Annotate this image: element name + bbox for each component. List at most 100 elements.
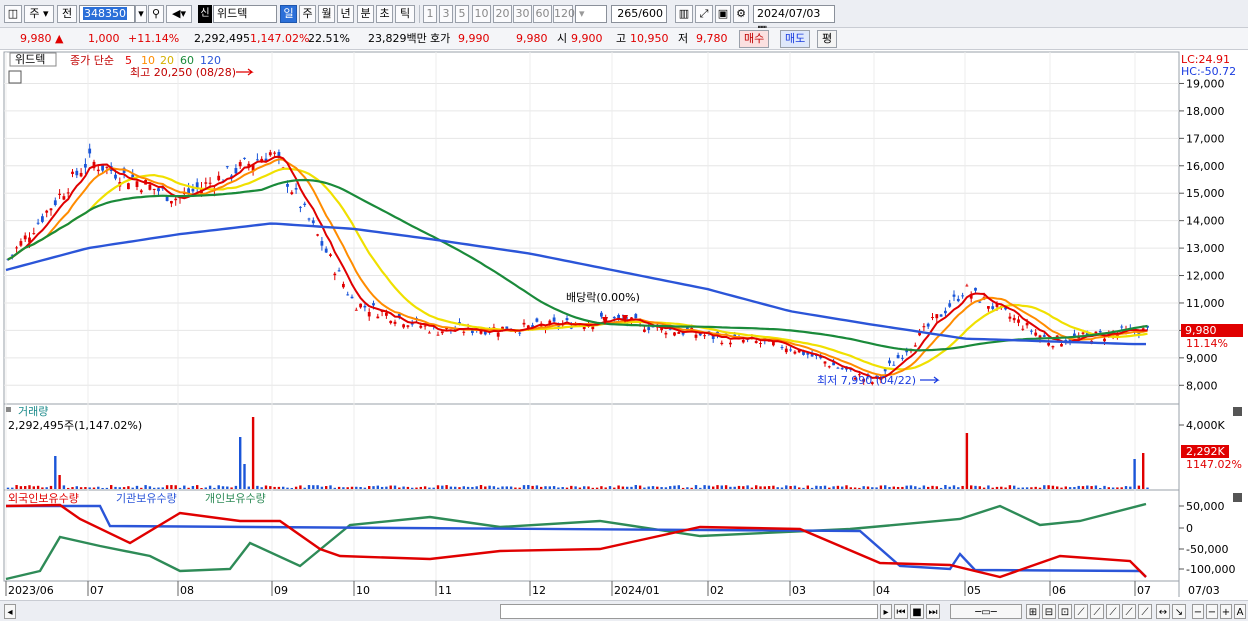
open-label: 시 — [557, 32, 568, 45]
y-tick-label: 12,000 — [1186, 270, 1225, 283]
chart-svg[interactable]: 위드텍 종가 단순 5 10 20 60 120 LC:24.91 HC:-50… — [0, 51, 1248, 600]
candle-body — [363, 305, 367, 308]
volume-bar — [776, 487, 779, 489]
tool-icon-1[interactable]: ⊞ — [1026, 604, 1040, 619]
count-field[interactable]: 265/600 — [611, 5, 667, 23]
volume-bar — [939, 487, 943, 489]
scroll-left-icon[interactable]: ◂ — [4, 604, 16, 619]
volume-bar — [355, 486, 358, 489]
rewind-icon[interactable]: ⏮ — [894, 604, 908, 619]
pin-icon[interactable]: ↘ — [1172, 604, 1186, 619]
interval-5[interactable]: 5 — [455, 5, 469, 23]
stop-icon[interactable]: ■ — [910, 604, 924, 619]
period-month[interactable]: 월 — [318, 5, 335, 23]
grid-toggle-icon[interactable] — [8, 70, 22, 84]
speaker-icon[interactable]: ◀▾ — [166, 5, 192, 23]
chart-area[interactable]: 위드텍 종가 단순 5 10 20 60 120 LC:24.91 HC:-50… — [0, 51, 1248, 600]
period-week[interactable]: 주 — [299, 5, 316, 23]
candle-body — [350, 296, 354, 299]
holding-panel-close-icon[interactable] — [1233, 493, 1242, 502]
candle-body — [208, 182, 212, 184]
zoom-in-icon[interactable]: + — [1220, 604, 1232, 619]
period-second[interactable]: 초 — [376, 5, 393, 23]
interval-3[interactable]: 3 — [439, 5, 453, 23]
date-field[interactable]: 2024/07/03 ▦ — [753, 5, 835, 36]
volume-bar — [729, 486, 732, 489]
period-day[interactable]: 일 — [280, 5, 297, 23]
scroll-right-icon[interactable]: ▸ — [880, 604, 892, 619]
code-input[interactable]: 348350 — [79, 5, 135, 23]
candle-body — [552, 317, 556, 322]
volume-bar — [638, 485, 642, 489]
candle-body — [299, 206, 302, 208]
candle-body — [741, 339, 745, 343]
layout-icon[interactable]: ◫ — [4, 5, 22, 23]
volume-bar — [982, 487, 986, 489]
interval-60[interactable]: 60 — [533, 5, 552, 23]
period-minute[interactable]: 분 — [357, 5, 374, 23]
volume-bar — [303, 487, 306, 489]
volume-bar — [114, 486, 117, 489]
stock-name-field[interactable]: 위드텍 — [213, 5, 277, 23]
market-select[interactable]: 주 ▾ — [24, 5, 54, 23]
forward-icon[interactable]: ⏭ — [926, 604, 940, 619]
zoom-out-icon[interactable]: − — [1192, 604, 1204, 619]
search-icon[interactable]: ⚲ — [148, 5, 164, 23]
zoom-slider[interactable]: ─▭─ — [950, 604, 1022, 619]
volume-bar — [1081, 486, 1085, 489]
tool-icon-8[interactable]: ⟋ — [1138, 604, 1152, 619]
font-size-icon[interactable]: A — [1234, 604, 1246, 619]
x-tick-label: 12 — [532, 584, 546, 597]
volume-bar — [716, 485, 719, 489]
volume-bar — [97, 486, 100, 489]
volume-bar — [617, 485, 620, 489]
market-label: 주 — [29, 7, 40, 20]
volume-bar — [449, 486, 453, 489]
line-tool-icon[interactable]: ⤢ — [695, 5, 713, 23]
gear-icon[interactable]: ⚙ — [733, 5, 749, 23]
buy-button[interactable]: 매수 — [739, 30, 770, 48]
volume-bar — [664, 487, 668, 489]
candle-body — [217, 175, 221, 181]
volume-bar — [170, 485, 173, 489]
avg-button[interactable]: 평 — [817, 30, 838, 48]
tool-icon-5[interactable]: ⟋ — [1090, 604, 1104, 619]
volume-bar — [772, 485, 775, 489]
period-tick[interactable]: 틱 — [395, 5, 415, 23]
volume-bar — [853, 487, 857, 489]
volume-bar — [122, 487, 126, 489]
volume-bar — [509, 486, 513, 489]
candle-body — [191, 188, 195, 192]
tool-icon-4[interactable]: ⟋ — [1074, 604, 1088, 619]
scroll-thumb[interactable] — [500, 604, 878, 619]
interval-1[interactable]: 1 — [423, 5, 437, 23]
interval-20[interactable]: 20 — [493, 5, 512, 23]
candle-icon[interactable]: ▥ — [675, 5, 693, 23]
sell-button[interactable]: 매도 — [780, 30, 811, 48]
volume-bar — [849, 487, 852, 489]
zoom-reset-icon[interactable]: − — [1206, 604, 1218, 619]
volume-bar — [183, 485, 186, 489]
volume-bar — [927, 486, 930, 489]
code-dropdown-icon[interactable]: ▾ — [135, 5, 147, 23]
interval-30[interactable]: 30 — [513, 5, 532, 23]
interval-select[interactable]: ▾ — [575, 5, 607, 23]
scroll-bar[interactable]: ◂ ▸ ⏮ ■ ⏭ ─▭─ ⊞ ⊟ ⊡ ⟋ ⟋ ⟋ ⟋ ⟋ ↔ ↘ − − + … — [0, 600, 1248, 621]
high-label: 고 — [616, 32, 627, 45]
volume-panel-close-icon[interactable] — [1233, 407, 1242, 416]
tool-icon-3[interactable]: ⊡ — [1058, 604, 1072, 619]
tool-icon-6[interactable]: ⟋ — [1106, 604, 1120, 619]
volume-bar — [376, 485, 379, 489]
volume-bar — [965, 433, 969, 489]
period-year[interactable]: 년 — [337, 5, 354, 23]
interval-10[interactable]: 10 — [472, 5, 491, 23]
save-icon[interactable]: ▣ — [715, 5, 731, 23]
volume-bar — [1116, 487, 1119, 489]
interval-120[interactable]: 120 — [553, 5, 575, 23]
prev-button[interactable]: 전 — [57, 5, 77, 23]
tool-icon-7[interactable]: ⟋ — [1122, 604, 1136, 619]
x-tick-label: 07/03 — [1188, 584, 1220, 597]
tool-icon-2[interactable]: ⊟ — [1042, 604, 1056, 619]
pan-icon[interactable]: ↔ — [1156, 604, 1170, 619]
candle-body — [307, 218, 311, 220]
